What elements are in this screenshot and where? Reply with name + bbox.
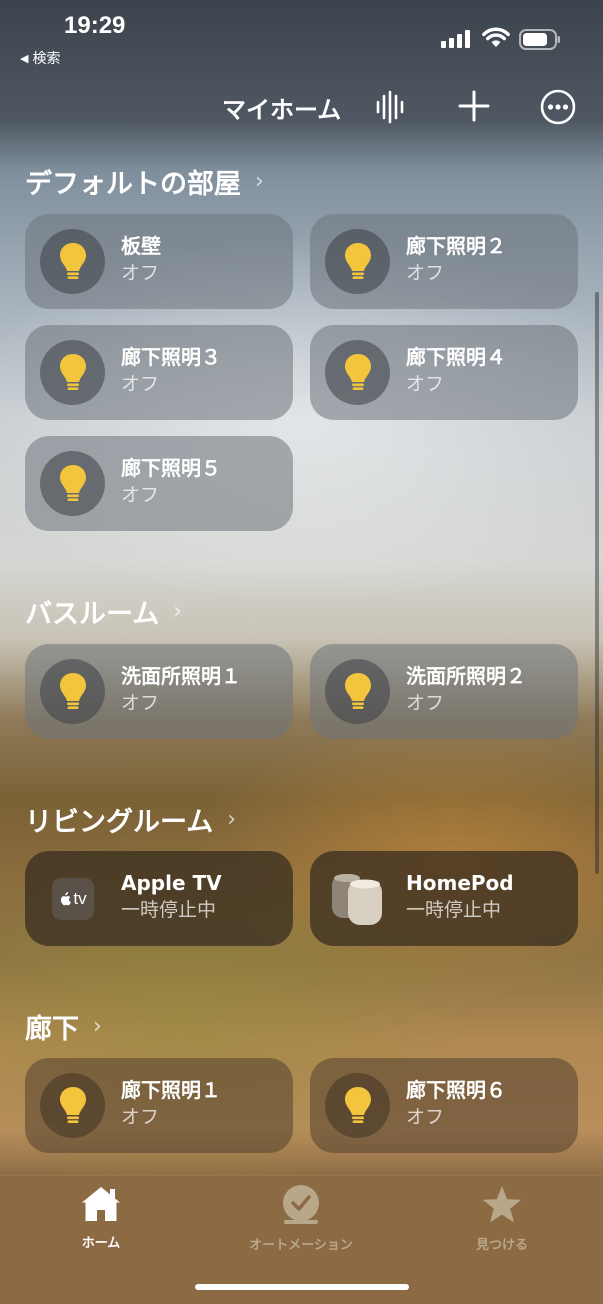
lightbulb-icon[interactable] — [59, 353, 87, 393]
section-bathroom-header[interactable]: バスルーム › — [25, 592, 182, 631]
add-button[interactable] — [456, 88, 492, 124]
accessory-tile[interactable]: 廊下照明３ オフ — [25, 325, 293, 420]
wifi-icon — [482, 27, 510, 47]
tab-label: ホーム — [81, 1236, 121, 1251]
home-title[interactable]: マイホーム — [222, 90, 341, 125]
accessory-name: 廊下照明４ — [406, 345, 506, 369]
back-to-search-link[interactable]: ◀ 検索 — [20, 48, 60, 68]
accessory-state: オフ — [121, 692, 160, 714]
accessory-state: オフ — [406, 692, 445, 714]
accessory-tile[interactable]: 廊下照明１ オフ — [25, 1058, 293, 1153]
tab-label: オートメーション — [249, 1238, 353, 1253]
section-hallway-header[interactable]: 廊下 › — [25, 1007, 102, 1046]
tab-automation[interactable]: オートメーション — [232, 1184, 370, 1253]
appletv-icon-text: tv — [73, 889, 87, 908]
lightbulb-icon[interactable] — [59, 672, 87, 712]
lightbulb-icon[interactable] — [344, 672, 372, 712]
tab-label: 見つける — [475, 1238, 528, 1253]
section-title: 廊下 — [25, 1014, 79, 1045]
accessory-tile[interactable]: 廊下照明４ オフ — [310, 325, 578, 420]
lightbulb-icon[interactable] — [59, 464, 87, 504]
back-arrow-icon: ◀ — [20, 51, 29, 65]
accessory-tile[interactable]: HomePod 一時停止中 — [310, 851, 578, 946]
accessory-tile[interactable]: 廊下照明５ オフ — [25, 436, 293, 531]
section-title: リビングルーム — [25, 807, 214, 838]
accessory-state: 一時停止中 — [121, 899, 217, 921]
section-title: デフォルトの部屋 — [25, 169, 241, 200]
accessory-state: オフ — [121, 373, 160, 395]
clock-icon — [283, 1185, 319, 1224]
section-living-room-header[interactable]: リビングルーム › — [25, 800, 236, 839]
star-icon — [482, 1186, 522, 1223]
accessory-name: HomePod — [406, 871, 514, 895]
chevron-right-icon: › — [93, 1014, 102, 1039]
accessory-state: オフ — [121, 484, 160, 506]
chevron-right-icon: › — [255, 169, 264, 194]
accessory-name: 洗面所照明２ — [406, 664, 526, 688]
scrollbar[interactable] — [595, 292, 599, 874]
accessory-tile[interactable]: 廊下照明２ オフ — [310, 214, 578, 309]
accessory-name: 洗面所照明１ — [121, 664, 241, 688]
accessory-state: オフ — [121, 262, 160, 284]
status-time: 19:29 — [64, 12, 126, 39]
accessory-name: Apple TV — [121, 871, 222, 895]
accessory-tile[interactable]: 廊下照明６ オフ — [310, 1058, 578, 1153]
back-label: 検索 — [32, 51, 61, 67]
tab-home[interactable]: ホーム — [66, 1184, 136, 1251]
section-title: バスルーム — [25, 599, 160, 630]
accessory-state: オフ — [406, 262, 445, 284]
cellular-signal-icon — [441, 30, 470, 48]
section-default-room-header[interactable]: デフォルトの部屋 › — [25, 162, 264, 201]
lightbulb-icon[interactable] — [344, 1086, 372, 1126]
accessory-tile[interactable]: 洗面所照明１ オフ — [25, 644, 293, 739]
accessory-name: 廊下照明１ — [121, 1078, 221, 1102]
accessory-tile[interactable]: 洗面所照明２ オフ — [310, 644, 578, 739]
accessory-state: オフ — [406, 1106, 445, 1128]
more-button[interactable] — [540, 89, 576, 125]
chevron-right-icon: › — [227, 807, 237, 832]
accessory-name: 廊下照明３ — [121, 345, 221, 369]
accessory-name: 廊下照明２ — [406, 234, 506, 258]
apple-logo-icon — [61, 892, 72, 906]
lightbulb-icon[interactable] — [59, 242, 87, 282]
accessory-name: 廊下照明５ — [121, 456, 221, 480]
waveform-icon[interactable] — [375, 90, 407, 124]
accessory-name: 板壁 — [121, 234, 161, 258]
appletv-icon[interactable]: tv — [52, 878, 94, 920]
lightbulb-icon[interactable] — [59, 1086, 87, 1126]
house-icon — [82, 1187, 120, 1221]
home-indicator[interactable] — [195, 1284, 409, 1290]
battery-icon — [519, 29, 560, 50]
accessory-tile[interactable]: 板壁 オフ — [25, 214, 293, 309]
accessory-tile[interactable]: tv Apple TV 一時停止中 — [25, 851, 293, 946]
chevron-right-icon: › — [173, 599, 183, 624]
accessory-state: 一時停止中 — [406, 899, 502, 921]
tab-discover[interactable]: 見つける — [462, 1184, 542, 1253]
lightbulb-icon[interactable] — [344, 242, 372, 282]
accessory-name: 廊下照明６ — [406, 1078, 506, 1102]
accessory-state: オフ — [121, 1106, 160, 1128]
accessory-state: オフ — [406, 373, 445, 395]
homepod-icon[interactable] — [330, 871, 386, 927]
lightbulb-icon[interactable] — [344, 353, 372, 393]
